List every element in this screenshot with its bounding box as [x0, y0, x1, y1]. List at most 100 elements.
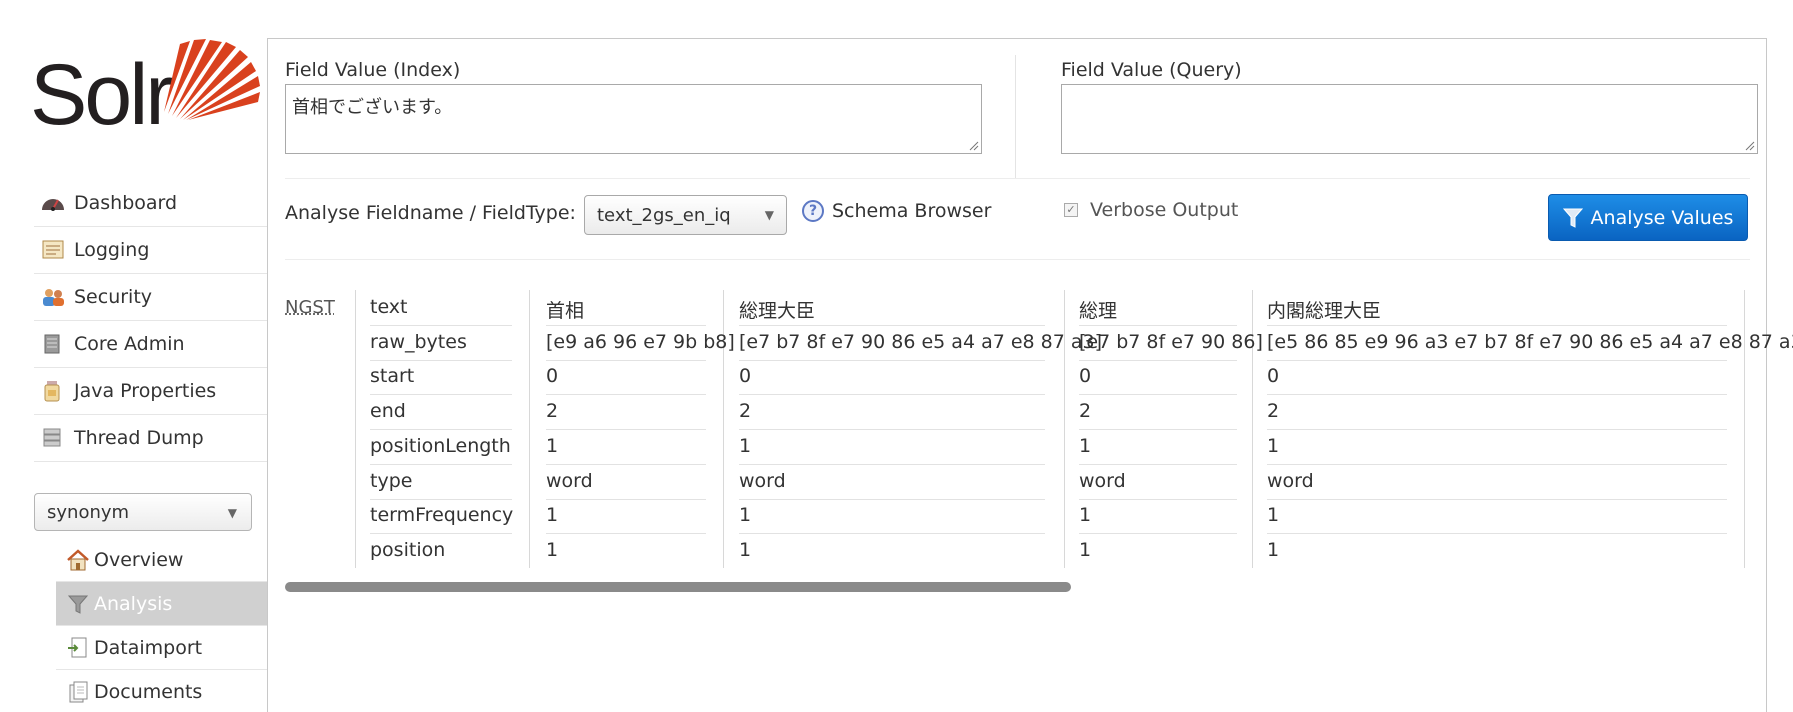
row-divider: [1079, 533, 1237, 534]
row-divider: [1079, 499, 1237, 500]
nav-item-core-admin[interactable]: Core Admin: [34, 321, 267, 368]
analysis-stage-label[interactable]: NGST: [285, 297, 335, 318]
row-divider: [370, 325, 512, 326]
token-cell: 総理: [1079, 300, 1118, 322]
fieldtype-value: text_2gs_en_iq: [597, 204, 731, 226]
token-cell: [e7 b7 8f e7 90 86]: [1079, 331, 1263, 353]
row-divider: [739, 325, 1045, 326]
funnel-icon: [66, 592, 90, 616]
horizontal-scrollbar[interactable]: [285, 582, 1071, 592]
token-cell: 1: [1079, 539, 1092, 561]
token-cell: 1: [546, 539, 559, 561]
token-cell: 1: [739, 504, 752, 526]
row-divider: [1079, 325, 1237, 326]
token-attribute-label: end: [370, 400, 406, 422]
row-divider: [370, 533, 512, 534]
row-divider: [546, 325, 706, 326]
row-divider: [370, 360, 512, 361]
token-cell: 0: [1079, 365, 1092, 387]
row-divider: [739, 360, 1045, 361]
nav-item-dashboard[interactable]: Dashboard: [34, 180, 267, 227]
core-nav-label: Dataimport: [94, 636, 203, 659]
token-cell: [e5 86 85 e9 96 a3 e7 b7 8f e7 90 86 e5 …: [1267, 331, 1793, 353]
row-divider: [1267, 499, 1727, 500]
token-cell: 2: [546, 400, 559, 422]
token-cell: 内閣総理大臣: [1267, 300, 1382, 322]
token-cell: 1: [1267, 539, 1280, 561]
index-field-value: 首相でございます。: [292, 97, 453, 118]
dashboard-icon: [40, 192, 66, 214]
fieldtype-select[interactable]: text_2gs_en_iq ▼: [584, 195, 787, 235]
nav-label: Security: [74, 286, 153, 308]
schema-browser-label: Schema Browser: [832, 200, 992, 222]
token-cell: word: [739, 470, 786, 492]
chevron-down-icon: ▼: [764, 208, 774, 222]
analyse-values-button[interactable]: Analyse Values: [1548, 194, 1748, 241]
nav-item-security[interactable]: Security: [34, 274, 267, 321]
token-cell: 2: [739, 400, 752, 422]
token-cell: 1: [1079, 435, 1092, 457]
nav-label: Logging: [74, 239, 150, 261]
row-divider: [546, 464, 706, 465]
nav-label: Core Admin: [74, 333, 185, 355]
row-divider: [1267, 464, 1727, 465]
resize-grip-icon[interactable]: [1743, 139, 1755, 151]
core-nav-label: Analysis: [94, 592, 173, 615]
token-cell: word: [1267, 470, 1314, 492]
home-icon: [66, 548, 90, 572]
divider: [285, 178, 1750, 179]
row-divider: [1267, 325, 1727, 326]
help-icon: ?: [802, 200, 824, 222]
core-nav-item-overview[interactable]: Overview: [56, 538, 267, 582]
token-cell: 首相: [546, 300, 585, 322]
documents-icon: [66, 680, 90, 704]
field-divider: [1015, 55, 1016, 178]
resize-grip-icon[interactable]: [967, 139, 979, 151]
token-cell: 2: [1267, 400, 1280, 422]
row-divider: [1267, 394, 1727, 395]
core-admin-icon: [40, 333, 66, 355]
solr-logo[interactable]: Solr: [30, 36, 260, 146]
thread-dump-icon: [40, 427, 66, 449]
token-attribute-label: text: [370, 296, 408, 318]
row-divider: [739, 429, 1045, 430]
analyse-values-label: Analyse Values: [1590, 206, 1734, 229]
nav-label: Java Properties: [74, 380, 217, 402]
core-nav-item-documents[interactable]: Documents: [56, 670, 267, 712]
core-nav-item-analysis[interactable]: Analysis: [56, 582, 267, 626]
verbose-output-toggle[interactable]: ✓ Verbose Output: [1064, 199, 1238, 221]
token-cell: 1: [739, 539, 752, 561]
token-attribute-label: position: [370, 539, 446, 561]
token-cell: 0: [739, 365, 752, 387]
token-cell: [e7 b7 8f e7 90 86 e5 a4 a7 e8 87 a3]: [739, 331, 1103, 353]
token-cell: 1: [546, 435, 559, 457]
funnel-icon: [1562, 208, 1583, 228]
nav-label: Thread Dump: [74, 427, 204, 449]
row-divider: [739, 464, 1045, 465]
index-field-input[interactable]: 首相でございます。: [285, 84, 982, 154]
row-divider: [1079, 360, 1237, 361]
logo-text: Solr: [30, 47, 174, 143]
token-cell: 総理大臣: [739, 300, 816, 322]
divider: [285, 259, 1750, 260]
token-cell: 2: [1079, 400, 1092, 422]
query-field-label: Field Value (Query): [1061, 59, 1242, 81]
token-cell: 0: [546, 365, 559, 387]
nav-item-thread-dump[interactable]: Thread Dump: [34, 415, 267, 462]
security-icon: [40, 286, 66, 308]
logging-icon: [40, 239, 66, 261]
nav-item-java-properties[interactable]: Java Properties: [34, 368, 267, 415]
token-cell: 1: [739, 435, 752, 457]
query-field-input[interactable]: [1061, 84, 1758, 154]
row-divider: [1267, 533, 1727, 534]
verbose-checkbox[interactable]: ✓: [1064, 203, 1078, 217]
core-nav-item-dataimport[interactable]: Dataimport: [56, 626, 267, 670]
token-cell: [e9 a6 96 e7 9b b8]: [546, 331, 735, 353]
core-nav-label: Overview: [94, 548, 184, 571]
schema-browser-link[interactable]: ? Schema Browser: [802, 200, 991, 222]
nav-item-logging[interactable]: Logging: [34, 227, 267, 274]
row-divider: [1079, 394, 1237, 395]
logo-sunburst-icon: [164, 39, 260, 120]
token-cell: 1: [546, 504, 559, 526]
core-selector[interactable]: synonym ▼: [34, 493, 252, 531]
